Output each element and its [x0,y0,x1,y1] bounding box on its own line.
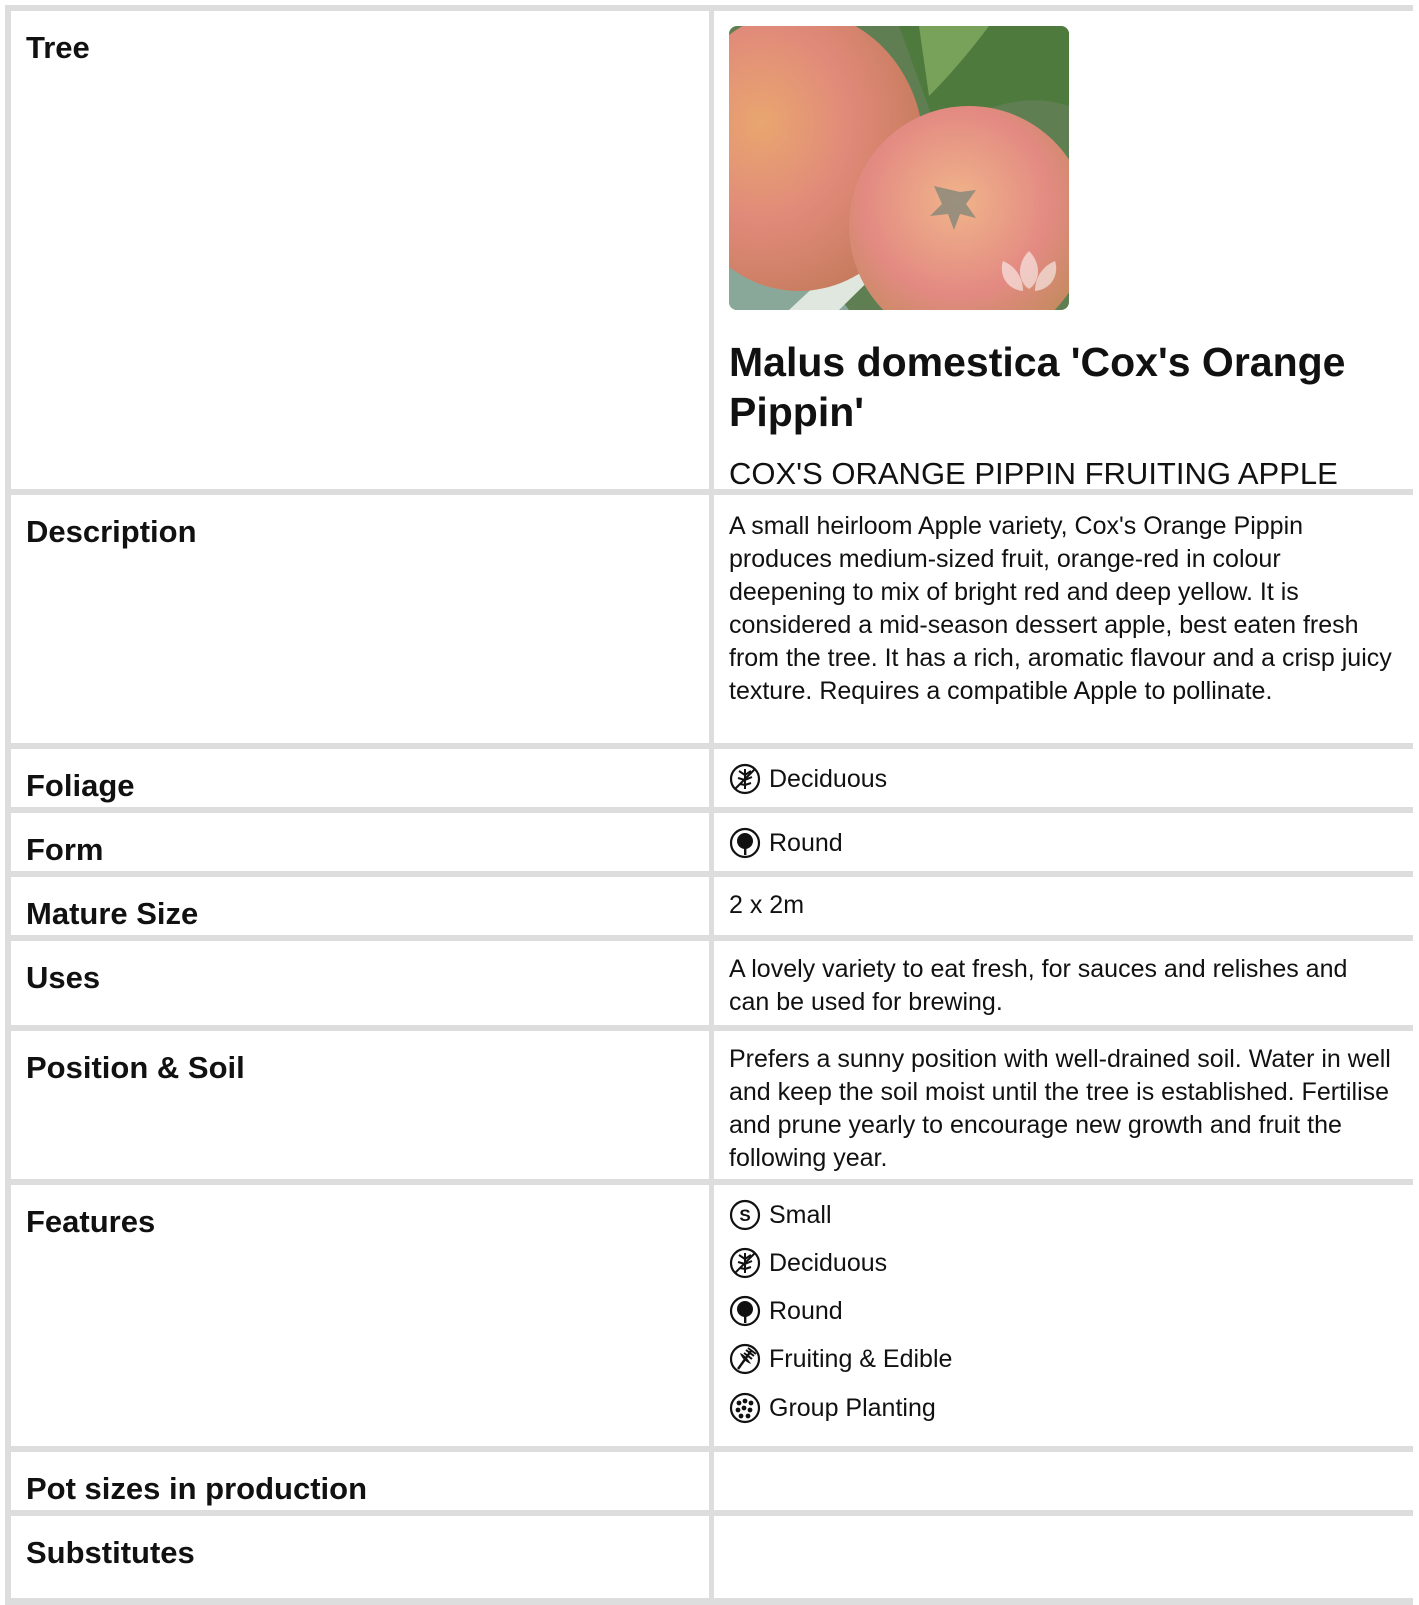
pot-sizes-label-cell: Pot sizes in production [11,1452,709,1510]
features-label-cell: Features [11,1185,709,1446]
foliage-value-text: Deciduous [769,764,888,793]
row-label: Pot sizes in production [26,1471,368,1506]
row-label: Position & Soil [26,1050,245,1085]
row-mature-size: Mature Size 2 x 2m [5,877,1413,935]
description-value-cell: A small heirloom Apple variety, Cox's Or… [714,495,1413,743]
row-label: Form [26,832,104,867]
row-label: Foliage [26,768,135,803]
row-label: Tree [26,30,90,65]
plant-common-name: COX'S ORANGE PIPPIN FRUITING APPLE [729,456,1338,491]
pot-sizes-value-cell [714,1452,1413,1510]
row-form: Form Round [5,813,1413,871]
row-tree: Tree Malus domestica 'Cox's Orange Pippi… [5,11,1413,491]
foliage-value: Deciduous [729,761,887,797]
form-value-cell: Round [714,813,1413,871]
form-label-cell: Form [11,813,709,871]
mature-size-value-cell: 2 x 2m [714,877,1413,935]
feature-item-deciduous: Deciduous [729,1245,887,1281]
small-size-icon: S [729,1199,761,1231]
fruiting-edible-icon [729,1343,761,1375]
feature-label: Round [769,1296,843,1325]
row-substitutes: Substitutes [5,1516,1413,1598]
feature-item-fruiting-edible: Fruiting & Edible [729,1341,952,1377]
tree-label-cell: Tree [11,11,709,489]
row-label: Uses [26,960,101,995]
feature-label: Deciduous [769,1248,888,1277]
uses-label-cell: Uses [11,941,709,1025]
row-uses: Uses A lovely variety to eat fresh, for … [5,941,1413,1025]
form-value: Round [729,825,843,861]
row-features: Features S Small Deciduous Round Fruitin… [5,1185,1413,1446]
description-text: A small heirloom Apple variety, Cox's Or… [729,512,1392,705]
feature-item-group-planting: Group Planting [729,1390,936,1426]
plant-photo [729,26,1069,310]
feature-label: Group Planting [769,1393,936,1422]
group-planting-icon [729,1392,761,1424]
round-tree-icon [729,1295,761,1327]
uses-value-cell: A lovely variety to eat fresh, for sauce… [714,941,1413,1025]
row-foliage: Foliage Deciduous [5,749,1413,807]
row-position-soil: Position & Soil Prefers a sunny position… [5,1031,1413,1179]
row-label: Description [26,514,197,549]
position-soil-value-cell: Prefers a sunny position with well-drain… [714,1031,1413,1179]
round-tree-icon [729,827,761,859]
position-soil-label-cell: Position & Soil [11,1031,709,1179]
substitutes-label-cell: Substitutes [11,1516,709,1598]
plant-title: Malus domestica 'Cox's Orange Pippin' [729,339,1346,435]
row-pot-sizes: Pot sizes in production [5,1452,1413,1510]
plant-details-table: Tree Malus domestica 'Cox's Orange Pippi… [5,5,1413,1605]
feature-label: Small [769,1200,832,1229]
features-value-cell: S Small Deciduous Round Fruiting & Edibl… [714,1185,1413,1446]
row-label: Substitutes [26,1535,195,1570]
substitutes-value-cell [714,1516,1413,1598]
tree-value-cell: Malus domestica 'Cox's Orange Pippin' CO… [714,11,1413,491]
foliage-label-cell: Foliage [11,749,709,807]
row-label: Features [26,1204,156,1239]
uses-text: A lovely variety to eat fresh, for sauce… [729,955,1348,1016]
row-label: Mature Size [26,896,199,931]
deciduous-icon [729,1247,761,1279]
foliage-value-cell: Deciduous [714,749,1413,807]
deciduous-icon [729,763,761,795]
form-value-text: Round [769,828,843,857]
row-description: Description A small heirloom Apple varie… [5,495,1413,743]
mature-size-label-cell: Mature Size [11,877,709,935]
description-label-cell: Description [11,495,709,743]
svg-text:S: S [739,1206,750,1225]
mature-size-value: 2 x 2m [729,891,805,919]
feature-item-small: S Small [729,1197,832,1233]
feature-item-round: Round [729,1293,843,1329]
position-soil-text: Prefers a sunny position with well-drain… [729,1045,1391,1172]
feature-label: Fruiting & Edible [769,1344,953,1373]
